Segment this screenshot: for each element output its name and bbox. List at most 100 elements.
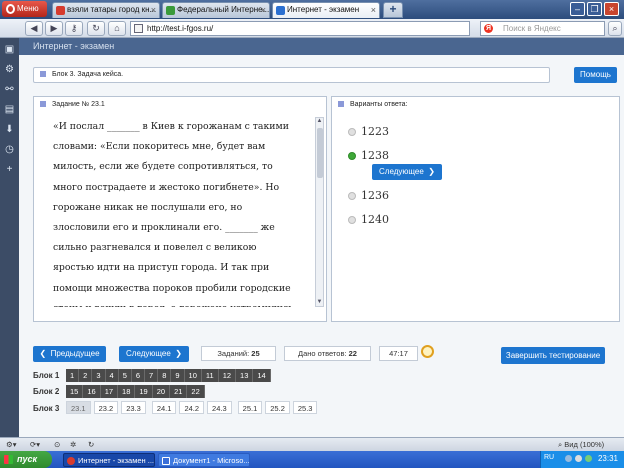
home-icon[interactable]: ⌂: [108, 21, 126, 36]
question-number[interactable]: 14: [253, 369, 271, 382]
radio-button[interactable]: [348, 128, 356, 136]
question-number[interactable]: 18: [118, 385, 136, 398]
task-text: «И послал _______ в Киев к горожанам с т…: [53, 121, 293, 307]
browser-status-bar: ⚙▾ ⟳▾ ⊙ ✲ ↻ ⌕ Вид (100%): [0, 437, 624, 451]
word-icon: [162, 457, 170, 465]
help-button[interactable]: Помощь: [574, 67, 617, 83]
scroll-up-icon[interactable]: ▲: [316, 118, 323, 125]
question-number[interactable]: 19: [135, 385, 153, 398]
option-label: 1236: [361, 189, 389, 202]
taskbar-item-opera[interactable]: Интернет - экзамен ...: [63, 453, 155, 467]
radio-button[interactable]: [348, 216, 356, 224]
downloads-icon[interactable]: ⬇: [4, 124, 15, 135]
tasks-count: 25: [251, 349, 260, 358]
restore-icon[interactable]: ❐: [587, 2, 602, 16]
history-icon[interactable]: ◷: [4, 144, 15, 155]
back-icon[interactable]: ◀: [25, 21, 43, 36]
url-field[interactable]: http://test.i-fgos.ru/: [130, 21, 470, 36]
question-number[interactable]: 23.2: [93, 401, 119, 414]
question-number[interactable]: 20: [152, 385, 171, 398]
question-number[interactable]: 9: [171, 369, 185, 382]
next-button[interactable]: Следующее ❯: [119, 346, 189, 362]
close-tab-icon[interactable]: ×: [261, 3, 266, 17]
question-number[interactable]: 24.3: [207, 401, 232, 414]
url-text: http://test.i-fgos.ru/: [147, 24, 214, 33]
key-icon[interactable]: ⚷: [65, 21, 83, 36]
answer-option-1240[interactable]: 1240: [348, 213, 389, 226]
turbo-icon[interactable]: ⊙: [54, 439, 60, 451]
prev-label: Предыдущее: [50, 349, 100, 358]
sync-icon[interactable]: ⟳▾: [30, 439, 40, 451]
tab-1[interactable]: взяли татары город кн... ×: [52, 2, 160, 18]
question-number[interactable]: 25.1: [237, 401, 263, 414]
answer-option-1236[interactable]: 1236: [348, 189, 389, 202]
task-scrollbar[interactable]: ▲ ▼: [315, 117, 324, 307]
answer-option-1223[interactable]: 1223: [348, 125, 389, 138]
question-number[interactable]: 25.3: [292, 401, 318, 414]
option-label: 1223: [361, 125, 389, 138]
close-tab-icon[interactable]: ×: [371, 3, 376, 17]
question-number[interactable]: 12: [218, 369, 237, 382]
radio-button-selected[interactable]: [348, 152, 356, 160]
widgets-icon[interactable]: ⚙: [4, 64, 15, 75]
question-number[interactable]: 4: [105, 369, 119, 382]
finish-test-button[interactable]: Завершить тестирование: [501, 347, 605, 364]
question-number[interactable]: 13: [236, 369, 254, 382]
tray-app-icon[interactable]: [585, 455, 592, 462]
question-number[interactable]: 8: [158, 369, 172, 382]
gear-icon[interactable]: ✲: [70, 439, 76, 451]
opera-icon: [67, 457, 75, 465]
settings-icon[interactable]: ⚙▾: [6, 439, 17, 451]
opera-logo-icon: [6, 4, 15, 14]
opera-menu-button[interactable]: Меню: [2, 1, 47, 17]
question-number[interactable]: 3: [92, 369, 106, 382]
question-number[interactable]: 1: [66, 369, 80, 382]
question-number[interactable]: 2: [79, 369, 93, 382]
radio-button[interactable]: [348, 192, 356, 200]
question-number-current[interactable]: 23.1: [66, 401, 91, 414]
language-indicator[interactable]: RU: [544, 454, 554, 461]
reload-icon[interactable]: ↻: [87, 21, 105, 36]
unite-icon[interactable]: ⚯: [4, 84, 15, 95]
question-number[interactable]: 15: [66, 385, 84, 398]
add-panel-icon[interactable]: +: [4, 164, 15, 175]
volume-icon[interactable]: [575, 455, 582, 462]
question-number[interactable]: 25.2: [265, 401, 290, 414]
scroll-down-icon[interactable]: ▼: [316, 299, 323, 306]
question-number[interactable]: 16: [83, 385, 101, 398]
notes-icon[interactable]: ▤: [4, 104, 15, 115]
search-input[interactable]: Я Поиск в Яндекс: [480, 21, 605, 36]
tab-3-active[interactable]: Интернет - экзамен ×: [272, 2, 380, 18]
prev-button[interactable]: ❮ Предыдущее: [33, 346, 106, 362]
close-tab-icon[interactable]: ×: [151, 3, 156, 17]
reload-small-icon[interactable]: ↻: [88, 439, 94, 451]
question-number[interactable]: 11: [201, 369, 219, 382]
block-1-items: 1 2 3 4 5 6 7 8 9 10 11 12 13 14: [66, 369, 271, 382]
question-number[interactable]: 6: [131, 369, 146, 382]
network-icon[interactable]: [565, 455, 572, 462]
question-number[interactable]: 21: [170, 385, 188, 398]
search-icon[interactable]: ⌕: [608, 21, 622, 36]
scroll-thumb[interactable]: [317, 128, 323, 178]
question-number[interactable]: 22: [187, 385, 205, 398]
zoom-indicator[interactable]: ⌕ Вид (100%): [558, 439, 604, 451]
question-number[interactable]: 10: [184, 369, 202, 382]
tab-2[interactable]: Федеральный Интерне... ×: [162, 2, 270, 18]
question-number[interactable]: 5: [118, 369, 132, 382]
option-label: 1240: [361, 213, 389, 226]
question-number[interactable]: 17: [100, 385, 119, 398]
question-number[interactable]: 23.3: [121, 401, 146, 414]
question-number[interactable]: 24.1: [151, 401, 177, 414]
question-number[interactable]: 7: [145, 369, 159, 382]
taskbar-item-word[interactable]: Документ1 - Microso...: [158, 453, 250, 467]
next-inline-button[interactable]: Следующее ❯: [372, 164, 442, 180]
minimize-icon[interactable]: –: [570, 2, 585, 16]
forward-icon[interactable]: ▶: [45, 21, 63, 36]
question-number[interactable]: 24.2: [179, 401, 205, 414]
bookmarks-icon[interactable]: ▣: [4, 44, 15, 55]
close-window-icon[interactable]: ×: [604, 2, 619, 16]
answer-option-1238[interactable]: 1238: [348, 149, 389, 162]
clock: 23:31: [597, 454, 618, 463]
new-tab-button[interactable]: +: [383, 2, 403, 18]
start-button[interactable]: пуск: [0, 451, 52, 468]
